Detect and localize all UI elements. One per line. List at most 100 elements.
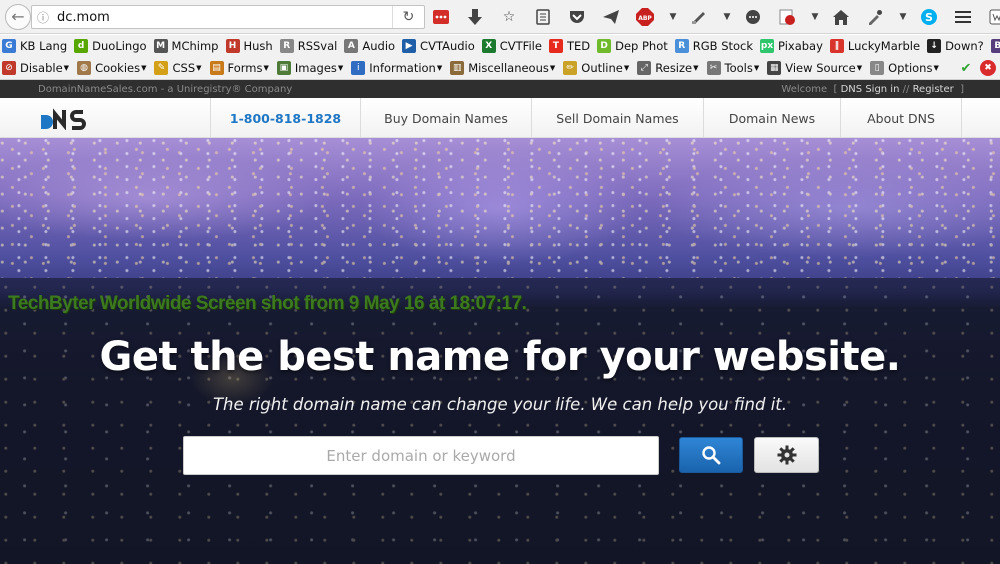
- devbar-item-icon: ▤: [209, 61, 224, 75]
- bookmarks-bar: G KB Lang d DuoLingo M MChimp H Hush R RSSval A Aud…: [0, 35, 1000, 57]
- bookmark-label: RGB Stock: [692, 39, 754, 53]
- devbar-item-icon: ✎: [154, 61, 169, 75]
- close-icon[interactable]: ✖: [980, 60, 996, 76]
- bookmark-star-icon[interactable]: ☆: [498, 6, 520, 28]
- menu-buy-domain-names[interactable]: Buy Domain Names: [360, 98, 531, 138]
- adblock-icon[interactable]: ABP: [634, 6, 656, 28]
- chevron-down-icon[interactable]: ▼: [668, 6, 678, 28]
- extension-icon[interactable]: [986, 6, 1000, 28]
- bookmark-item[interactable]: G KB Lang: [2, 39, 67, 53]
- chevron-down-icon[interactable]: ▼: [722, 6, 732, 28]
- phone-number[interactable]: 1-800-818-1828: [210, 98, 360, 138]
- settings-button[interactable]: [754, 437, 819, 473]
- devbar-menu-item[interactable]: ⊘ Disable ▼: [2, 61, 69, 75]
- bookmark-favicon-icon: G: [2, 39, 16, 53]
- bookmark-item[interactable]: H Hush: [225, 39, 273, 53]
- bookmark-item[interactable]: ▶ CVTAudio: [402, 39, 475, 53]
- chevron-down-icon: ▼: [263, 64, 269, 72]
- bookmark-label: MChimp: [171, 39, 219, 53]
- bookmark-item[interactable]: ‖ LuckyMarble: [829, 39, 920, 53]
- menu-about-dns[interactable]: About DNS: [840, 98, 962, 138]
- bookmark-label: CVTAudio: [420, 39, 475, 53]
- bookmark-favicon-icon: ‖: [829, 39, 844, 53]
- eyedropper-icon[interactable]: [864, 6, 886, 28]
- bookmark-label: Pixabay: [778, 39, 823, 53]
- bookmark-item[interactable]: ↓ Down?: [927, 39, 984, 53]
- bookmark-favicon-icon: d: [74, 39, 89, 53]
- devbar-menu-item[interactable]: i Information ▼: [351, 61, 442, 75]
- hero-headline: Get the best name for your website.: [99, 334, 901, 380]
- devbar-menu-item[interactable]: ✏ Outline ▼: [563, 61, 629, 75]
- register-link[interactable]: Register: [913, 84, 954, 95]
- devbar-menu-item[interactable]: ⤢ Resize ▼: [637, 61, 699, 75]
- chevron-down-icon: ▼: [933, 64, 939, 72]
- devbar-item-label: View Source: [785, 61, 856, 75]
- link-separator: //: [902, 83, 910, 95]
- devbar-menu-item[interactable]: ◍ Cookies ▼: [77, 61, 146, 75]
- pocket-icon[interactable]: [566, 6, 588, 28]
- send-icon[interactable]: [600, 6, 622, 28]
- back-arrow-icon: ←: [11, 7, 25, 26]
- bookmark-item[interactable]: A Audio: [344, 39, 395, 53]
- pdf-icon[interactable]: [776, 6, 798, 28]
- devbar-item-label: CSS: [172, 61, 196, 75]
- bookmark-favicon-icon: R: [279, 39, 294, 53]
- devbar-item-icon: ✂: [706, 61, 721, 75]
- bookmark-item[interactable]: X CVTFile: [481, 39, 542, 53]
- url-text[interactable]: dc.mom: [54, 10, 392, 25]
- lastpass-icon[interactable]: [430, 6, 452, 28]
- devbar-menu-item[interactable]: ▤ Forms ▼: [209, 61, 269, 75]
- adblock-label: ABP: [638, 15, 652, 22]
- reader-icon[interactable]: [532, 6, 554, 28]
- devbar-menu-item[interactable]: ▦ View Source ▼: [767, 61, 862, 75]
- download-icon[interactable]: [464, 6, 486, 28]
- chevron-down-icon[interactable]: ▼: [810, 6, 820, 28]
- devbar-menu-item[interactable]: ▯ Options ▼: [870, 61, 939, 75]
- search-button[interactable]: [679, 437, 743, 473]
- chevron-down-icon: ▼: [856, 64, 863, 72]
- svg-text:S: S: [925, 11, 933, 24]
- home-icon[interactable]: [830, 6, 852, 28]
- bookmark-favicon-icon: px: [760, 39, 775, 53]
- city-lights-image: [0, 138, 1000, 278]
- chat-icon[interactable]: [742, 6, 764, 28]
- back-button[interactable]: ←: [5, 3, 31, 30]
- bookmark-item[interactable]: M MChimp: [153, 39, 219, 53]
- browser-nav-bar: ← ⓘ dc.mom ↻ ☆ ABP ▼ ▼ ▼ ▼ S: [0, 0, 1000, 34]
- devbar-menu-item[interactable]: ▣ Images ▼: [276, 61, 343, 75]
- sign-in-link[interactable]: DNS Sign in: [841, 84, 900, 95]
- bookmark-item[interactable]: px Pixabay: [760, 39, 823, 53]
- domain-search-input[interactable]: [183, 436, 659, 475]
- info-icon[interactable]: ⓘ: [32, 9, 54, 26]
- url-bar[interactable]: ⓘ dc.mom ↻: [31, 5, 425, 29]
- bookmark-favicon-icon: X: [481, 39, 496, 53]
- menu-sell-domain-names[interactable]: Sell Domain Names: [531, 98, 703, 138]
- bookmark-favicon-icon: ▶: [402, 39, 417, 53]
- reload-icon[interactable]: ↻: [392, 6, 424, 28]
- skype-icon[interactable]: S: [918, 6, 940, 28]
- toolbar-icons: ☆ ABP ▼ ▼ ▼ ▼ S: [430, 5, 1000, 29]
- account-links: Welcome [ DNS Sign in // Register ]: [781, 84, 964, 95]
- menu-icon[interactable]: [952, 6, 974, 28]
- devbar-menu-item[interactable]: ✎ CSS ▼: [154, 61, 202, 75]
- site-top-strip: DomainNameSales.com - a Uniregistry® Com…: [0, 80, 1000, 98]
- bookmark-item[interactable]: T TED: [548, 39, 590, 53]
- check-icon[interactable]: ✔: [958, 60, 974, 76]
- bookmark-favicon-icon: H: [225, 39, 240, 53]
- bookmark-item[interactable]: BBootstrap: [990, 39, 1000, 53]
- bookmark-item[interactable]: R RSSval: [279, 39, 337, 53]
- devbar-menu-item[interactable]: ✂ Tools ▼: [706, 61, 759, 75]
- bracket-close: ]: [960, 83, 964, 95]
- bookmark-item[interactable]: d DuoLingo: [74, 39, 147, 53]
- bookmark-item[interactable]: D Dep Phot: [597, 39, 668, 53]
- devbar-menu-item[interactable]: ▥ Miscellaneous ▼: [450, 61, 555, 75]
- dns-logo[interactable]: [38, 106, 92, 130]
- chevron-down-icon: ▼: [436, 64, 443, 72]
- site-main-menu: 1-800-818-1828 Buy Domain Names Sell Dom…: [0, 98, 1000, 138]
- chevron-down-icon[interactable]: ▼: [898, 6, 908, 28]
- devbar-status: ✔ ✖: [952, 60, 996, 76]
- screenshot-icon[interactable]: [688, 6, 710, 28]
- bookmark-item[interactable]: R RGB Stock: [674, 39, 754, 53]
- menu-domain-news[interactable]: Domain News: [703, 98, 840, 138]
- company-tagline: DomainNameSales.com - a Uniregistry® Com…: [38, 83, 293, 95]
